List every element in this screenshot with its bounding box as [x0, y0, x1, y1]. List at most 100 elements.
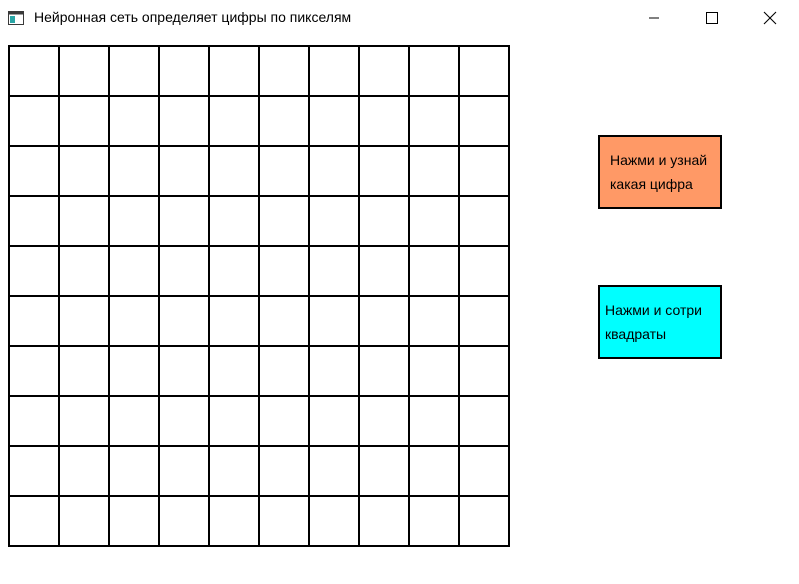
pixel-cell[interactable]: [210, 347, 260, 397]
pixel-cell[interactable]: [210, 197, 260, 247]
pixel-cell[interactable]: [60, 497, 110, 547]
pixel-cell[interactable]: [410, 97, 460, 147]
pixel-cell[interactable]: [210, 297, 260, 347]
pixel-cell[interactable]: [460, 297, 510, 347]
pixel-cell[interactable]: [110, 197, 160, 247]
pixel-cell[interactable]: [410, 197, 460, 247]
minimize-button[interactable]: [625, 0, 683, 36]
pixel-cell[interactable]: [460, 247, 510, 297]
pixel-cell[interactable]: [460, 347, 510, 397]
pixel-cell[interactable]: [460, 147, 510, 197]
pixel-cell[interactable]: [10, 97, 60, 147]
pixel-cell[interactable]: [310, 97, 360, 147]
pixel-cell[interactable]: [160, 47, 210, 97]
pixel-cell[interactable]: [460, 97, 510, 147]
pixel-cell[interactable]: [210, 397, 260, 447]
maximize-button[interactable]: [683, 0, 741, 36]
pixel-cell[interactable]: [210, 97, 260, 147]
pixel-cell[interactable]: [10, 397, 60, 447]
pixel-cell[interactable]: [360, 347, 410, 397]
pixel-cell[interactable]: [310, 447, 360, 497]
pixel-cell[interactable]: [160, 147, 210, 197]
pixel-cell[interactable]: [360, 397, 410, 447]
pixel-cell[interactable]: [160, 347, 210, 397]
pixel-cell[interactable]: [160, 447, 210, 497]
pixel-cell[interactable]: [410, 147, 460, 197]
pixel-cell[interactable]: [160, 197, 210, 247]
pixel-cell[interactable]: [60, 197, 110, 247]
pixel-cell[interactable]: [110, 347, 160, 397]
pixel-cell[interactable]: [60, 297, 110, 347]
pixel-cell[interactable]: [310, 347, 360, 397]
pixel-cell[interactable]: [360, 247, 410, 297]
pixel-cell[interactable]: [160, 247, 210, 297]
pixel-cell[interactable]: [360, 47, 410, 97]
pixel-cell[interactable]: [460, 497, 510, 547]
pixel-cell[interactable]: [110, 297, 160, 347]
clear-squares-button[interactable]: Нажми и сотри квадраты: [598, 285, 722, 359]
pixel-cell[interactable]: [410, 297, 460, 347]
pixel-cell[interactable]: [260, 347, 310, 397]
pixel-cell[interactable]: [410, 447, 460, 497]
pixel-cell[interactable]: [60, 247, 110, 297]
close-button[interactable]: [741, 0, 799, 36]
pixel-cell[interactable]: [10, 347, 60, 397]
pixel-cell[interactable]: [310, 397, 360, 447]
pixel-cell[interactable]: [360, 97, 410, 147]
pixel-cell[interactable]: [60, 147, 110, 197]
pixel-cell[interactable]: [260, 147, 310, 197]
pixel-cell[interactable]: [10, 47, 60, 97]
pixel-cell[interactable]: [360, 497, 410, 547]
pixel-cell[interactable]: [260, 47, 310, 97]
pixel-cell[interactable]: [360, 447, 410, 497]
pixel-cell[interactable]: [10, 197, 60, 247]
pixel-cell[interactable]: [110, 97, 160, 147]
pixel-cell[interactable]: [260, 297, 310, 347]
pixel-cell[interactable]: [310, 147, 360, 197]
pixel-cell[interactable]: [210, 247, 260, 297]
pixel-cell[interactable]: [60, 97, 110, 147]
pixel-cell[interactable]: [10, 247, 60, 297]
pixel-cell[interactable]: [160, 97, 210, 147]
pixel-cell[interactable]: [310, 297, 360, 347]
pixel-cell[interactable]: [60, 347, 110, 397]
pixel-cell[interactable]: [310, 497, 360, 547]
pixel-cell[interactable]: [110, 47, 160, 97]
pixel-cell[interactable]: [110, 247, 160, 297]
pixel-cell[interactable]: [160, 297, 210, 347]
pixel-cell[interactable]: [360, 197, 410, 247]
pixel-cell[interactable]: [410, 497, 460, 547]
pixel-cell[interactable]: [410, 347, 460, 397]
pixel-cell[interactable]: [460, 197, 510, 247]
pixel-cell[interactable]: [360, 147, 410, 197]
pixel-cell[interactable]: [160, 497, 210, 547]
pixel-cell[interactable]: [260, 497, 310, 547]
pixel-cell[interactable]: [10, 297, 60, 347]
pixel-cell[interactable]: [210, 447, 260, 497]
pixel-cell[interactable]: [60, 397, 110, 447]
pixel-cell[interactable]: [460, 447, 510, 497]
pixel-cell[interactable]: [260, 447, 310, 497]
pixel-cell[interactable]: [310, 247, 360, 297]
pixel-cell[interactable]: [410, 47, 460, 97]
pixel-cell[interactable]: [260, 397, 310, 447]
pixel-cell[interactable]: [260, 97, 310, 147]
pixel-cell[interactable]: [60, 447, 110, 497]
pixel-cell[interactable]: [110, 397, 160, 447]
pixel-cell[interactable]: [410, 397, 460, 447]
pixel-cell[interactable]: [260, 247, 310, 297]
pixel-cell[interactable]: [210, 147, 260, 197]
pixel-cell[interactable]: [10, 497, 60, 547]
pixel-cell[interactable]: [110, 447, 160, 497]
pixel-cell[interactable]: [60, 47, 110, 97]
pixel-cell[interactable]: [210, 47, 260, 97]
pixel-cell[interactable]: [460, 397, 510, 447]
pixel-cell[interactable]: [460, 47, 510, 97]
pixel-cell[interactable]: [310, 47, 360, 97]
pixel-cell[interactable]: [110, 147, 160, 197]
pixel-cell[interactable]: [210, 497, 260, 547]
pixel-cell[interactable]: [410, 247, 460, 297]
pixel-cell[interactable]: [360, 297, 410, 347]
recognize-digit-button[interactable]: Нажми и узнай какая цифра: [598, 135, 722, 209]
pixel-cell[interactable]: [260, 197, 310, 247]
